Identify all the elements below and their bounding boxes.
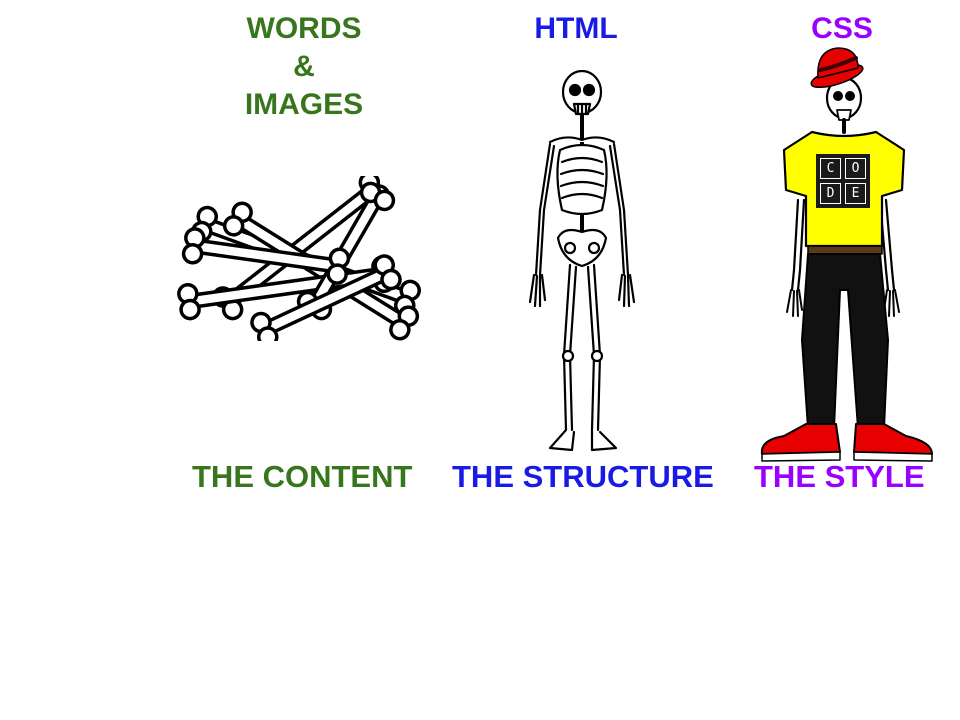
bone-pile-illustration [176, 176, 436, 341]
caption-the-structure: THE STRUCTURE [452, 459, 714, 494]
code-logo-letter: O [845, 158, 866, 179]
code-logo-letter: C [820, 158, 841, 179]
heading-words-images: WORDS & IMAGES [224, 10, 384, 124]
caption-the-style: THE STYLE [754, 459, 925, 494]
heading-line: WORDS [246, 12, 362, 45]
heading-line: IMAGES [244, 88, 364, 121]
bone-pile-icon [177, 176, 421, 341]
code-logo: C O D E [816, 154, 870, 208]
dressed-skeleton-icon [760, 47, 933, 462]
dressed-skeleton-illustration [754, 40, 939, 465]
code-logo-letter: D [820, 183, 841, 204]
heading-line: & [293, 50, 315, 83]
heading-html: HTML [516, 10, 636, 48]
heading-line: HTML [534, 12, 618, 45]
skeleton-illustration [520, 70, 645, 460]
caption-the-content: THE CONTENT [192, 459, 413, 494]
skeleton-icon [528, 70, 636, 452]
code-logo-letter: E [845, 183, 866, 204]
